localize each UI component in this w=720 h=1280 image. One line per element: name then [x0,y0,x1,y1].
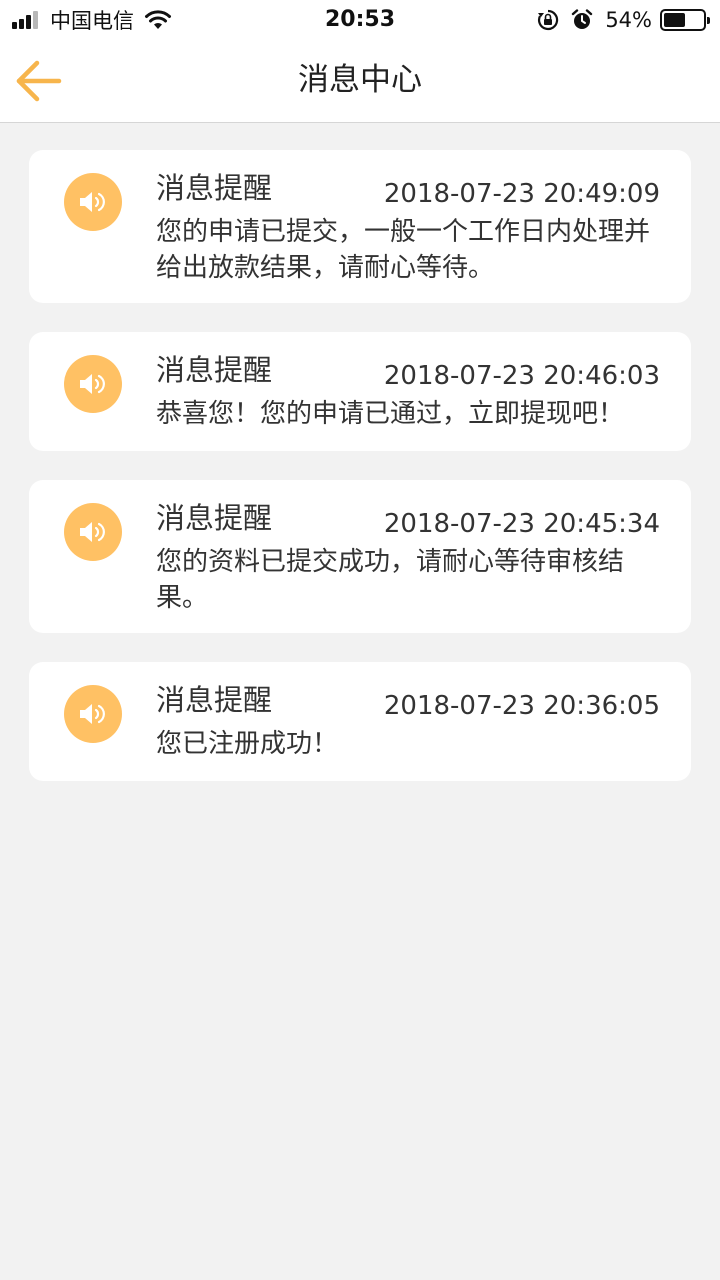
status-bar: 中国电信 20:53 54% [0,0,720,40]
message-time: 2018-07-23 20:36:05 [383,691,660,721]
message-body: 您已注册成功！ [156,729,339,759]
message-body: 您的申请已提交，一般一个工作日内处理并给出放款结果，请耐心等待。 [156,217,651,283]
nav-bar: 消息中心 [0,40,720,123]
status-right: 54% [537,0,710,40]
message-card[interactable]: 消息提醒 2018-07-23 20:46:03 恭喜您！您的申请已通过，立即提… [29,332,691,451]
battery-level [664,13,685,27]
alarm-icon [572,9,593,29]
speaker-icon [64,503,122,561]
message-title: 消息提醒 [156,353,273,387]
message-card[interactable]: 消息提醒 2018-07-23 20:45:34 您的资料已提交成功，请耐心等待… [29,480,691,633]
speaker-icon [64,685,122,743]
message-card[interactable]: 消息提醒 2018-07-23 20:36:05 您已注册成功！ [29,662,691,781]
message-card[interactable]: 消息提醒 2018-07-23 20:49:09 您的申请已提交，一般一个工作日… [29,150,691,303]
message-time: 2018-07-23 20:45:34 [383,509,660,539]
message-title: 消息提醒 [156,683,273,717]
battery-icon [660,9,710,31]
speaker-icon [64,173,122,231]
battery-percent: 54% [605,8,652,32]
message-title: 消息提醒 [156,171,273,205]
message-time: 2018-07-23 20:46:03 [383,361,660,391]
message-body: 您的资料已提交成功，请耐心等待审核结果。 [156,547,625,613]
page-title: 消息中心 [298,62,422,98]
message-list: 消息提醒 2018-07-23 20:49:09 您的申请已提交，一般一个工作日… [29,150,691,810]
speaker-icon [64,355,122,413]
orientation-lock-icon [538,9,559,31]
message-title: 消息提醒 [156,501,273,535]
message-time: 2018-07-23 20:49:09 [383,179,660,209]
message-body: 恭喜您！您的申请已通过，立即提现吧！ [156,399,625,429]
